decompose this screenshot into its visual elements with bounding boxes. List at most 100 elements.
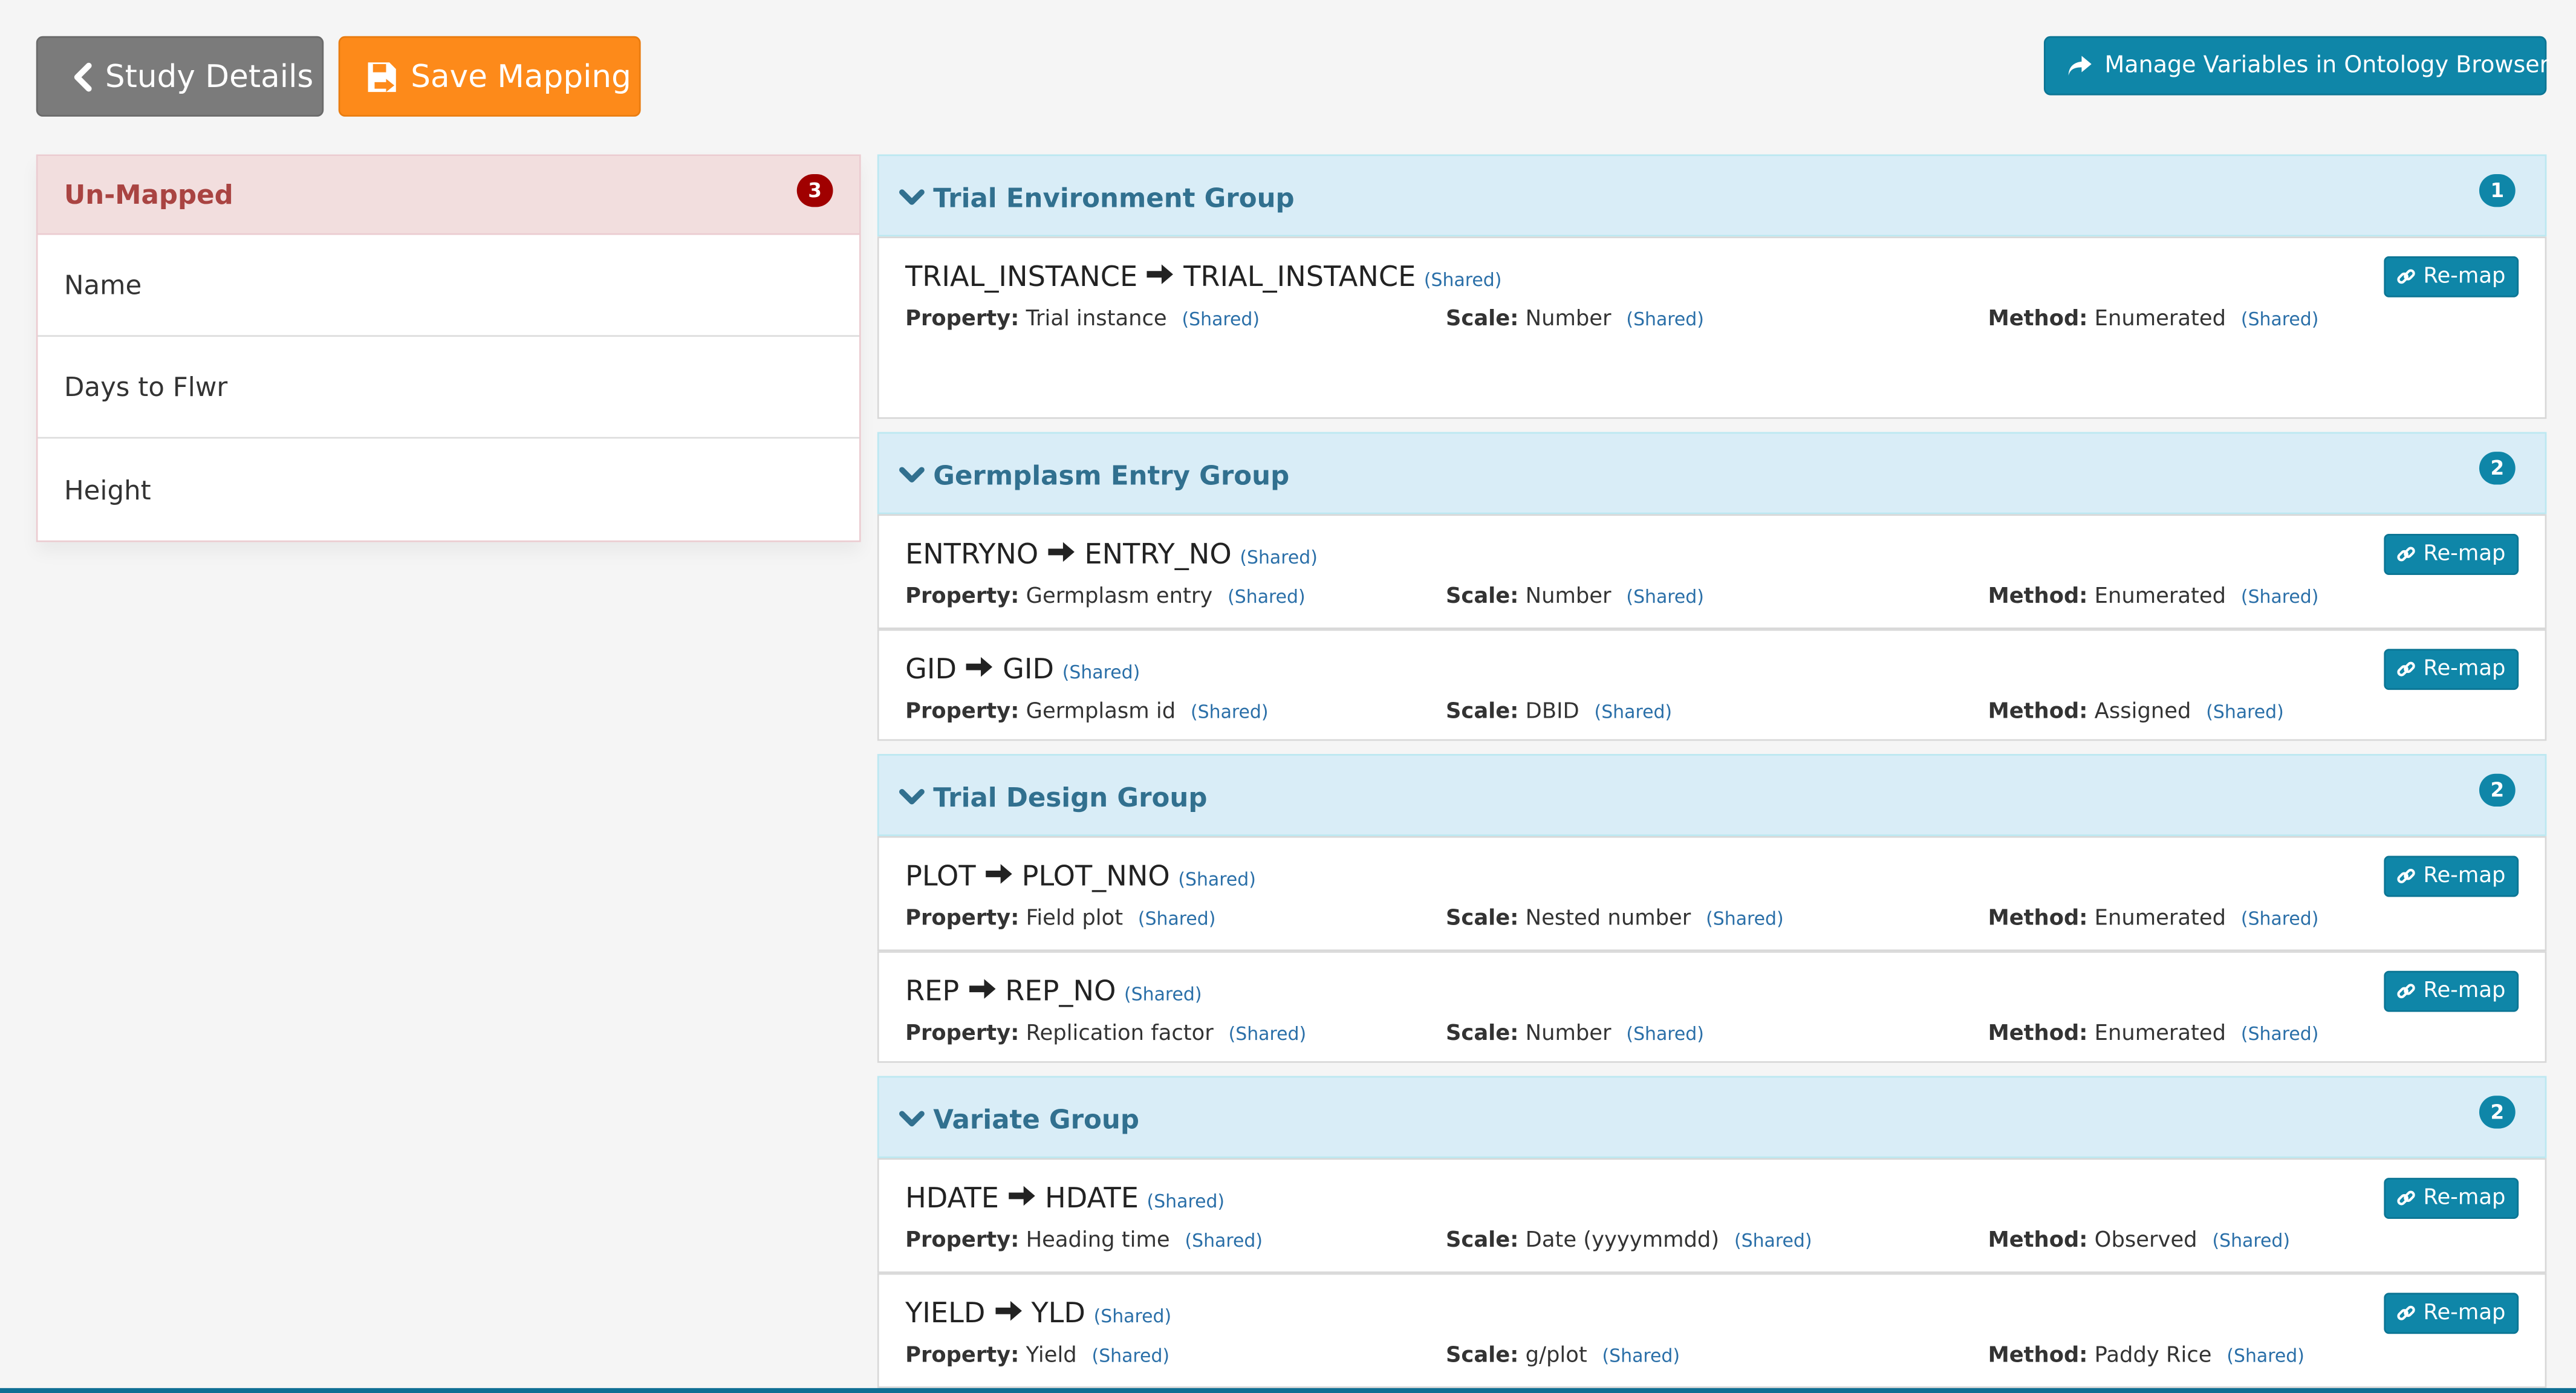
- arrow-right-icon: [965, 652, 995, 687]
- remap-button[interactable]: Re-map: [2384, 1293, 2519, 1334]
- shared-tag: (Shared): [1602, 1345, 1680, 1367]
- link-icon: [2395, 1187, 2416, 1209]
- shared-tag: (Shared): [1091, 1345, 1170, 1367]
- target-variable: YLD: [1031, 1297, 1086, 1331]
- chevron-down-icon[interactable]: [899, 188, 925, 208]
- property-value: Field plot: [1026, 906, 1124, 932]
- variable-group: Germplasm Entry Group 2 ENTRYNO ENTRY_NO…: [877, 432, 2547, 741]
- remap-button[interactable]: Re-map: [2384, 970, 2519, 1012]
- unmapped-item-name[interactable]: Name: [37, 235, 859, 337]
- remap-button[interactable]: Re-map: [2384, 256, 2519, 297]
- link-icon: [2395, 266, 2416, 287]
- remap-label: Re-map: [2423, 1186, 2506, 1211]
- method-value: Enumerated: [2094, 1021, 2226, 1047]
- variable-mapping-page: Study Details Save Mapping Manage Variab…: [0, 0, 2576, 1393]
- remap-label: Re-map: [2423, 657, 2506, 682]
- method-label: Method:: [1988, 307, 2088, 332]
- mapped-variable-row: GID GID (Shared) Property: Germplasm id …: [877, 629, 2547, 741]
- study-details-button[interactable]: Study Details: [36, 36, 324, 117]
- manage-variables-button[interactable]: Manage Variables in Ontology Browser: [2043, 36, 2549, 96]
- remap-button[interactable]: Re-map: [2384, 534, 2519, 575]
- shared-tag: (Shared): [1137, 908, 1216, 930]
- arrow-right-icon: [1047, 537, 1076, 571]
- shared-tag: (Shared): [1228, 1023, 1307, 1045]
- unmapped-title: Un-Mapped: [63, 179, 233, 210]
- group-title: Trial Environment Group: [933, 182, 1295, 214]
- method-value: Paddy Rice: [2094, 1343, 2212, 1369]
- scale-field: Scale: Number (Shared): [1446, 1022, 1704, 1047]
- bottom-divider: [0, 1388, 2576, 1393]
- remap-button[interactable]: Re-map: [2384, 856, 2519, 897]
- remap-button[interactable]: Re-map: [2384, 1178, 2519, 1219]
- unmapped-count-badge: 3: [796, 174, 833, 207]
- property-label: Property:: [905, 1021, 1020, 1047]
- source-variable: TRIAL_INSTANCE: [905, 261, 1138, 294]
- chevron-down-icon[interactable]: [899, 466, 925, 485]
- group-heading[interactable]: Variate Group 2: [877, 1076, 2547, 1158]
- mapping-name: PLOT PLOT_NNO (Shared): [905, 859, 1256, 894]
- method-field: Method: Enumerated (Shared): [1988, 307, 2319, 332]
- property-field: Property: Trial instance (Shared): [905, 307, 1260, 332]
- shared-tag: (Shared): [1228, 586, 1306, 608]
- chevron-down-icon[interactable]: [899, 788, 925, 808]
- method-value: Observed: [2094, 1229, 2197, 1254]
- target-variable: HDATE: [1045, 1183, 1139, 1216]
- property-label: Property:: [905, 585, 1020, 610]
- chevron-down-icon[interactable]: [899, 1109, 925, 1129]
- source-variable: GID: [905, 654, 957, 687]
- shared-tag: (Shared): [1147, 1190, 1225, 1213]
- target-variable: TRIAL_INSTANCE: [1183, 261, 1416, 294]
- mapped-variable-row: YIELD YLD (Shared) Property: Yield (Shar…: [877, 1273, 2547, 1388]
- remap-button[interactable]: Re-map: [2384, 649, 2519, 690]
- group-count-badge: 2: [2479, 1096, 2516, 1129]
- scale-value: Number: [1525, 1021, 1612, 1047]
- shared-tag: (Shared): [1124, 984, 1202, 1005]
- property-field: Property: Replication factor (Shared): [905, 1022, 1306, 1047]
- property-value: Yield: [1026, 1343, 1077, 1369]
- shared-tag: (Shared): [1706, 908, 1784, 930]
- scale-field: Scale: DBID (Shared): [1446, 700, 1672, 724]
- source-variable: ENTRYNO: [905, 539, 1039, 572]
- method-value: Enumerated: [2094, 906, 2226, 932]
- group-heading[interactable]: Trial Environment Group 1: [877, 154, 2547, 237]
- variable-group: Variate Group 2 HDATE HDATE (Shared) Pro…: [877, 1076, 2547, 1388]
- mapping-name: ENTRYNO ENTRY_NO (Shared): [905, 537, 1318, 571]
- share-arrow-icon: [2067, 54, 2093, 77]
- source-variable: HDATE: [905, 1183, 999, 1216]
- property-label: Property:: [905, 307, 1020, 332]
- remap-label: Re-map: [2423, 542, 2506, 567]
- unmapped-item-days-to-flwr[interactable]: Days to Flwr: [37, 337, 859, 439]
- shared-tag: (Shared): [1423, 269, 1502, 291]
- group-heading[interactable]: Trial Design Group 2: [877, 754, 2547, 836]
- arrow-right-icon: [968, 974, 997, 1008]
- mapped-variable-row: REP REP_NO (Shared) Property: Replicatio…: [877, 951, 2547, 1063]
- mapped-variable-row: HDATE HDATE (Shared) Property: Heading t…: [877, 1158, 2547, 1273]
- remap-label: Re-map: [2423, 864, 2506, 889]
- unmapped-heading: Un-Mapped 3: [37, 156, 859, 235]
- study-details-label: Study Details: [105, 58, 314, 95]
- remap-label: Re-map: [2423, 264, 2506, 290]
- method-label: Method:: [1988, 1343, 2088, 1369]
- method-value: Enumerated: [2094, 585, 2226, 610]
- mapping-name: TRIAL_INSTANCE TRIAL_INSTANCE (Shared): [905, 259, 1501, 294]
- group-heading[interactable]: Germplasm Entry Group 2: [877, 432, 2547, 515]
- method-field: Method: Enumerated (Shared): [1988, 907, 2319, 932]
- method-label: Method:: [1988, 1229, 2088, 1254]
- mapped-variable-row: ENTRYNO ENTRY_NO (Shared) Property: Germ…: [877, 514, 2547, 629]
- scale-value: DBID: [1525, 700, 1579, 725]
- unmapped-item-height[interactable]: Height: [37, 438, 859, 540]
- mapping-name: YIELD YLD (Shared): [905, 1296, 1171, 1331]
- method-label: Method:: [1988, 1021, 2088, 1047]
- shared-tag: (Shared): [1626, 586, 1704, 608]
- save-mapping-button[interactable]: Save Mapping: [338, 36, 641, 117]
- method-label: Method:: [1988, 585, 2088, 610]
- shared-tag: (Shared): [1626, 1023, 1704, 1045]
- scale-value: Number: [1525, 585, 1612, 610]
- variable-group: Trial Design Group 2 PLOT PLOT_NNO (Shar…: [877, 754, 2547, 1063]
- shared-tag: (Shared): [1734, 1230, 1812, 1252]
- scale-field: Scale: Number (Shared): [1446, 307, 1704, 332]
- link-icon: [2395, 866, 2416, 887]
- link-icon: [2395, 1303, 2416, 1324]
- remap-label: Re-map: [2423, 979, 2506, 1004]
- mapped-variable-row: PLOT PLOT_NNO (Shared) Property: Field p…: [877, 836, 2547, 952]
